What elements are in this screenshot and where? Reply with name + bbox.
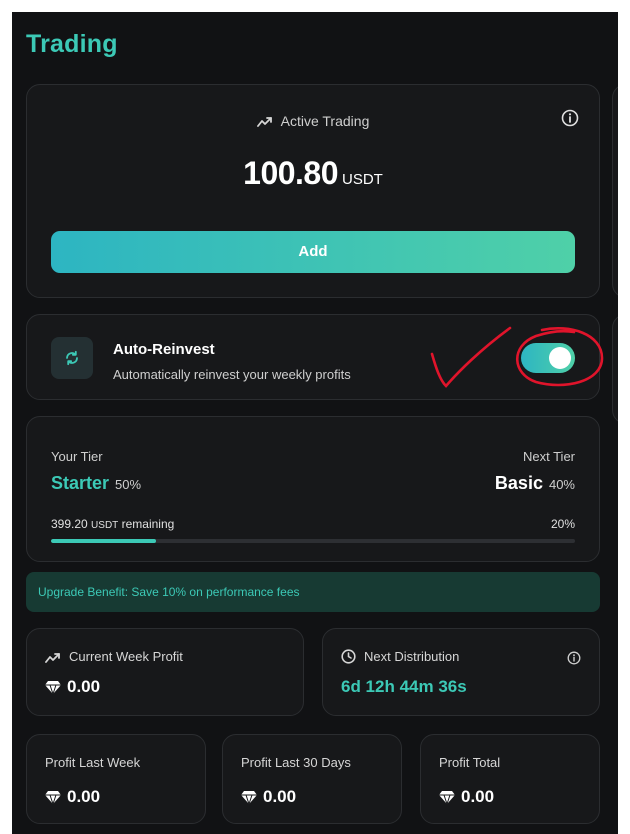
progress-percent: 20% bbox=[550, 517, 575, 531]
profit-last-week-value: 0.00 bbox=[67, 787, 101, 806]
profit-last-week-card: Profit Last Week 0.00 bbox=[26, 734, 206, 824]
tier-progress-fill bbox=[51, 539, 156, 543]
active-trading-amount: 100.80 USDT bbox=[27, 155, 599, 192]
next-tier-name: Basic bbox=[494, 473, 543, 493]
next-tier-label: Next Tier bbox=[522, 449, 575, 464]
edge-card-middle bbox=[612, 314, 618, 424]
trading-page: Trading Active Trading 100.80 USDT Add A… bbox=[12, 12, 618, 834]
edge-card-top bbox=[612, 84, 618, 298]
profit-last-week-label: Profit Last Week bbox=[45, 755, 141, 770]
current-tier-name: Starter bbox=[51, 473, 110, 493]
gem-icon bbox=[439, 791, 455, 804]
auto-reinvest-description: Automatically reinvest your weekly profi… bbox=[113, 367, 351, 382]
active-trading-header: Active Trading bbox=[27, 113, 599, 129]
auto-reinvest-toggle[interactable] bbox=[521, 343, 575, 373]
next-tier-pct: 40% bbox=[548, 477, 575, 492]
current-tier-pct: 50% bbox=[115, 477, 142, 492]
current-week-value-row: 0.00 bbox=[45, 677, 100, 697]
reinvest-icon-box bbox=[51, 337, 93, 379]
remaining-suffix: remaining bbox=[121, 517, 175, 531]
active-trading-card: Active Trading 100.80 USDT Add bbox=[26, 84, 600, 298]
page-title: Trading bbox=[26, 30, 118, 58]
next-distribution-header: Next Distribution bbox=[341, 649, 459, 664]
current-week-profit-card: Current Week Profit 0.00 bbox=[26, 628, 304, 716]
clock-icon bbox=[341, 649, 356, 664]
amount-unit: USDT bbox=[342, 171, 383, 188]
profit-last-week-value-row: 0.00 bbox=[45, 787, 100, 807]
current-tier: Starter 50% bbox=[51, 473, 141, 494]
profit-total-card: Profit Total 0.00 bbox=[420, 734, 600, 824]
add-button[interactable]: Add bbox=[51, 231, 575, 273]
trend-up-icon bbox=[45, 653, 60, 663]
refresh-icon bbox=[66, 350, 78, 366]
gem-icon bbox=[241, 791, 257, 804]
next-tier: Basic 40% bbox=[495, 473, 575, 494]
profit-last-30-value: 0.00 bbox=[263, 787, 297, 806]
your-tier-label: Your Tier bbox=[51, 449, 103, 464]
gem-icon bbox=[45, 791, 61, 804]
tier-card: Your Tier Next Tier Starter 50% Basic 40% … bbox=[26, 416, 600, 562]
profit-total-label: Profit Total bbox=[439, 755, 501, 770]
toggle-knob bbox=[549, 347, 571, 369]
trend-up-icon bbox=[256, 117, 272, 127]
gem-icon bbox=[45, 681, 61, 694]
profit-total-value: 0.00 bbox=[461, 787, 495, 806]
current-week-label: Current Week Profit bbox=[69, 649, 183, 664]
active-trading-label: Active Trading bbox=[280, 113, 370, 129]
current-week-header: Current Week Profit bbox=[45, 649, 183, 664]
remaining-amount: 399.20 bbox=[51, 517, 88, 531]
tier-progress-bar bbox=[51, 539, 575, 543]
amount-value: 100.80 bbox=[243, 155, 339, 191]
info-icon[interactable] bbox=[567, 651, 581, 665]
auto-reinvest-title: Auto-Reinvest bbox=[113, 341, 215, 358]
next-distribution-label: Next Distribution bbox=[364, 649, 460, 664]
profit-last-30-value-row: 0.00 bbox=[241, 787, 296, 807]
info-icon[interactable] bbox=[561, 109, 579, 127]
profit-last-30-label: Profit Last 30 Days bbox=[241, 755, 351, 770]
next-distribution-value: 6d 12h 44m 36s bbox=[341, 677, 467, 696]
next-distribution-card: Next Distribution 6d 12h 44m 36s bbox=[322, 628, 600, 716]
profit-total-value-row: 0.00 bbox=[439, 787, 494, 807]
upgrade-benefit-banner: Upgrade Benefit: Save 10% on performance… bbox=[26, 572, 600, 612]
remaining-unit: USDT bbox=[91, 520, 119, 531]
profit-last-30-days-card: Profit Last 30 Days 0.00 bbox=[222, 734, 402, 824]
remaining-text: 399.20 USDT remaining bbox=[51, 517, 174, 531]
current-week-value: 0.00 bbox=[67, 677, 101, 696]
auto-reinvest-card: Auto-Reinvest Automatically reinvest you… bbox=[26, 314, 600, 400]
